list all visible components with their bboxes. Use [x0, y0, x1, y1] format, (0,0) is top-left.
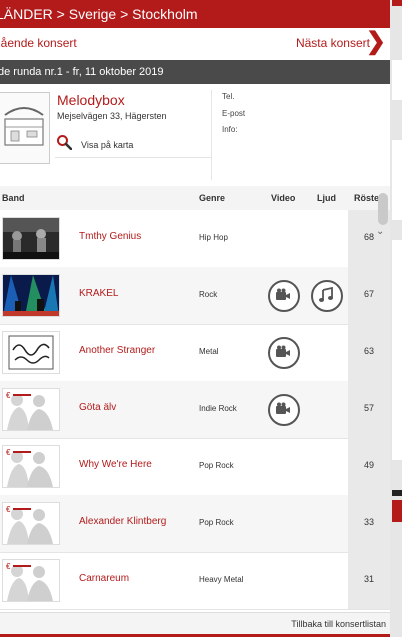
table-row: KRAKEL Rock 67 — [0, 267, 390, 325]
table-row: Another Stranger Metal 63 — [0, 324, 390, 382]
contact-tel-label: Tel. — [222, 92, 235, 101]
band-thumbnail[interactable]: € — [2, 445, 60, 488]
votes-count: 33 — [363, 517, 374, 527]
band-name-link[interactable]: Alexander Klintberg — [79, 516, 166, 527]
divider — [211, 90, 212, 180]
venue-panel: Melodybox Mejselvägen 33, Hägersten Visa… — [0, 84, 390, 187]
table-row: € Carnareum Heavy Metal 31 — [0, 552, 390, 610]
band-thumbnail[interactable] — [2, 274, 60, 317]
concert-navigation: gående konsert Nästa konsert ❯ — [0, 28, 390, 60]
band-table: Band Genre Video Ljud Röster Tmthy Geniu… — [0, 186, 390, 612]
votes-count: 31 — [363, 574, 374, 584]
venue-address: Mejselvägen 33, Hägersten — [57, 111, 167, 121]
music-note-icon[interactable] — [311, 280, 343, 312]
band-name-link[interactable]: Tmthy Genius — [79, 231, 141, 242]
concert-page: LÄNDER > Sverige > Stockholm gående kons… — [0, 0, 390, 637]
table-row: Tmthy Genius Hip Hop 68 — [0, 210, 390, 268]
edge-panel — [392, 60, 402, 100]
column-header-audio[interactable]: Ljud — [317, 186, 336, 210]
show-on-map-link[interactable]: Visa på karta — [81, 140, 133, 150]
adjacent-window-edge — [390, 0, 402, 637]
edge-panel — [392, 140, 402, 220]
edge-accent — [392, 0, 402, 6]
table-row: € Alexander Klintberg Pop Rock 33 — [0, 495, 390, 553]
votes-cell: 57 — [348, 381, 390, 438]
round-header: de runda nr.1 - fr, 11 oktober 2019 — [0, 60, 390, 84]
video-camera-icon[interactable] — [268, 280, 300, 312]
video-camera-icon[interactable] — [268, 337, 300, 369]
chevron-right-icon[interactable]: ❯ — [366, 30, 386, 54]
svg-text:€: € — [6, 391, 11, 400]
band-thumbnail[interactable]: € — [2, 388, 60, 431]
column-header-genre[interactable]: Genre — [199, 186, 225, 210]
band-genre: Metal — [199, 347, 219, 356]
breadcrumb: LÄNDER > Sverige > Stockholm — [0, 0, 390, 28]
scroll-handle[interactable] — [378, 193, 388, 225]
divider — [55, 157, 211, 158]
band-genre: Heavy Metal — [199, 575, 244, 584]
votes-count: 67 — [363, 289, 374, 299]
band-name-link[interactable]: Carnareum — [79, 573, 129, 584]
band-name-link[interactable]: Another Stranger — [79, 345, 155, 356]
band-genre: Hip Hop — [199, 233, 228, 242]
band-genre: Indie Rock — [199, 404, 237, 413]
votes-cell: 33 — [348, 495, 390, 552]
edge-panel — [392, 240, 402, 460]
svg-text:€: € — [6, 448, 11, 457]
band-genre: Pop Rock — [199, 461, 234, 470]
edge-accent — [392, 500, 402, 522]
band-genre: Rock — [199, 290, 218, 299]
votes-cell: 31 — [348, 552, 390, 609]
back-to-concert-list-link[interactable]: Tillbaka till konsertlistan — [291, 613, 386, 635]
band-name-link[interactable]: Göta älv — [79, 402, 116, 413]
votes-count: 63 — [363, 346, 374, 356]
magnifier-icon[interactable] — [56, 134, 72, 150]
video-camera-icon[interactable] — [268, 394, 300, 426]
venue-logo-image — [0, 93, 49, 163]
votes-count: 49 — [363, 460, 374, 470]
band-name-link[interactable]: KRAKEL — [79, 288, 118, 299]
votes-cell: 67 — [348, 267, 390, 324]
band-thumbnail[interactable]: € — [2, 502, 60, 545]
previous-concert-link[interactable]: gående konsert — [0, 36, 77, 50]
table-header: Band Genre Video Ljud Röster — [0, 186, 390, 210]
chevron-down-icon: ⌄ — [376, 226, 385, 237]
band-thumbnail[interactable] — [2, 217, 60, 260]
band-name-link[interactable]: Why We're Here — [79, 459, 152, 470]
votes-cell: 49 — [348, 438, 390, 495]
round-title: de runda nr.1 - fr, 11 oktober 2019 — [0, 66, 164, 78]
next-concert-link[interactable]: Nästa konsert — [296, 36, 370, 50]
band-thumbnail[interactable] — [2, 331, 60, 374]
table-row: € Why We're Here Pop Rock 49 — [0, 438, 390, 496]
svg-text:€: € — [6, 562, 11, 571]
svg-text:€: € — [6, 505, 11, 514]
band-genre: Pop Rock — [199, 518, 234, 527]
column-header-video[interactable]: Video — [271, 186, 295, 210]
column-header-band[interactable]: Band — [2, 186, 25, 210]
table-footer: Tillbaka till konsertlistan — [0, 612, 390, 635]
votes-count: 57 — [363, 403, 374, 413]
venue-logo — [0, 92, 50, 164]
edge-accent — [392, 490, 402, 496]
breadcrumb-text[interactable]: LÄNDER > Sverige > Stockholm — [0, 0, 198, 28]
contact-info-label: Info: — [222, 125, 238, 134]
votes-cell: 63 — [348, 324, 390, 381]
table-row: € Göta älv Indie Rock 57 — [0, 381, 390, 439]
contact-email-label: E-post — [222, 109, 246, 118]
band-thumbnail[interactable]: € — [2, 559, 60, 602]
venue-name[interactable]: Melodybox — [57, 92, 125, 108]
